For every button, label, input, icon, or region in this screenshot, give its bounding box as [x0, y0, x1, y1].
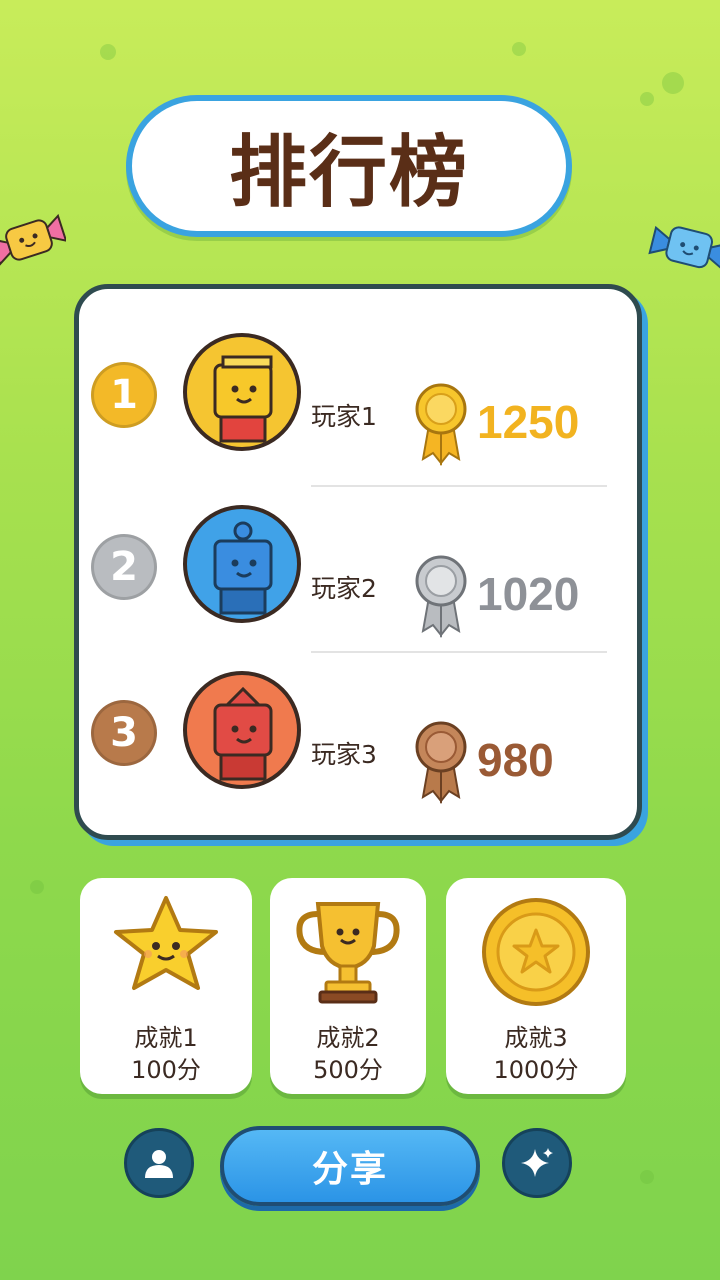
share-button-label: 分享: [311, 1149, 388, 1190]
leaderboard-row[interactable]: 3 玩家3 980: [79, 655, 637, 805]
red-block-avatar-icon: [213, 686, 273, 781]
gold-medal-icon: [415, 383, 467, 466]
coin-icon: [482, 898, 590, 1006]
player-name: 玩家2: [311, 574, 377, 603]
pink-candy-icon: [0, 213, 66, 267]
player-name: 玩家1: [311, 402, 377, 431]
silver-medal-icon: [415, 555, 467, 638]
achievement-name: 成就1: [134, 1024, 198, 1052]
achievement-points: 100分: [131, 1056, 201, 1084]
avatar: [183, 333, 301, 451]
title-banner: 排行榜: [126, 95, 572, 237]
achievement-points: 500分: [313, 1056, 383, 1084]
row-divider: [311, 485, 607, 487]
row-divider: [311, 651, 607, 653]
share-button[interactable]: 分享: [220, 1126, 480, 1206]
profile-button[interactable]: [124, 1128, 194, 1198]
trophy-icon: [296, 902, 400, 1004]
yellow-block-avatar-icon: [213, 355, 273, 443]
profile-icon: [145, 1150, 173, 1178]
achievement-card[interactable]: 成就1 100分: [80, 878, 252, 1094]
avatar: [183, 671, 301, 789]
bronze-medal-icon: [415, 721, 467, 804]
avatar: [183, 505, 301, 623]
leaderboard-panel: 1 玩家1 1250 2 玩家2 1020 3 玩家3 980: [74, 284, 642, 840]
player-score: 980: [477, 734, 554, 786]
rank-badge: 2: [91, 534, 157, 600]
rank-badge: 1: [91, 362, 157, 428]
leaderboard-row[interactable]: 2 玩家2 1020: [79, 489, 637, 639]
rank-number: 3: [110, 710, 138, 756]
background-dot: [100, 44, 116, 60]
sparkle-button[interactable]: [502, 1128, 572, 1198]
achievement-points: 1000分: [493, 1056, 579, 1084]
player-name: 玩家3: [311, 740, 377, 769]
background-dot: [662, 72, 684, 94]
achievement-name: 成就3: [504, 1024, 568, 1052]
blue-robot-avatar-icon: [213, 521, 273, 615]
rank-number: 2: [110, 544, 138, 590]
background-dot: [640, 92, 654, 106]
leaderboard-row[interactable]: 1 玩家1 1250: [79, 317, 637, 467]
star-icon: [114, 896, 218, 990]
achievement-card[interactable]: 成就3 1000分: [446, 878, 626, 1094]
player-score: 1020: [477, 568, 580, 620]
background-dot: [512, 42, 526, 56]
rank-number: 1: [110, 372, 138, 418]
background-dot: [640, 1170, 654, 1184]
player-score: 1250: [477, 396, 580, 448]
sparkle-icon: [521, 1148, 553, 1177]
achievement-name: 成就2: [316, 1024, 380, 1052]
rank-badge: 3: [91, 700, 157, 766]
background-dot: [30, 880, 44, 894]
achievement-card[interactable]: 成就2 500分: [270, 878, 426, 1094]
page-title: 排行榜: [228, 128, 469, 218]
blue-candy-icon: [648, 225, 720, 271]
